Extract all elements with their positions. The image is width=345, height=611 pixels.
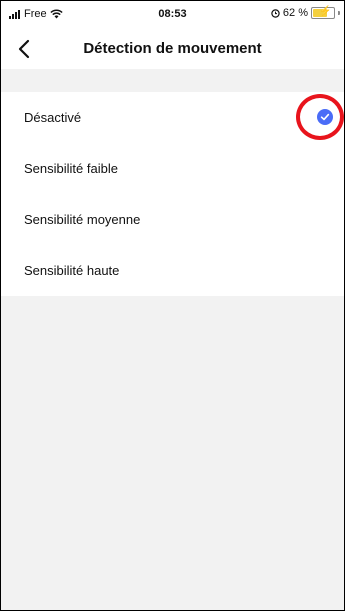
- option-label: Désactivé: [24, 110, 82, 125]
- battery-percentage: 62 %: [282, 7, 308, 19]
- option-label: Sensibilité faible: [24, 161, 118, 176]
- battery-icon: ⚡: [311, 6, 335, 19]
- phone-screen: Free 08:53 62 % ⚡ Détection de mouvement…: [0, 0, 345, 611]
- option-row[interactable]: Sensibilité faible: [1, 143, 344, 194]
- page-title: Détection de mouvement: [83, 40, 262, 57]
- option-row[interactable]: Sensibilité haute: [1, 245, 344, 296]
- status-bar: Free 08:53 62 % ⚡: [1, 1, 344, 29]
- battery-tip: [338, 11, 340, 15]
- option-row[interactable]: Désactivé: [1, 92, 344, 143]
- alarm-icon: [271, 8, 280, 18]
- status-right: 62 % ⚡: [271, 6, 340, 19]
- navigation-bar: Détection de mouvement: [1, 29, 344, 69]
- charging-bolt-icon: ⚡: [319, 6, 332, 17]
- checkmark-icon: [317, 109, 333, 125]
- option-label: Sensibilité moyenne: [24, 212, 141, 227]
- option-label: Sensibilité haute: [24, 263, 120, 278]
- option-row[interactable]: Sensibilité moyenne: [1, 194, 344, 245]
- sensitivity-options-list: Désactivé Sensibilité faible Sensibilité m…: [1, 92, 344, 296]
